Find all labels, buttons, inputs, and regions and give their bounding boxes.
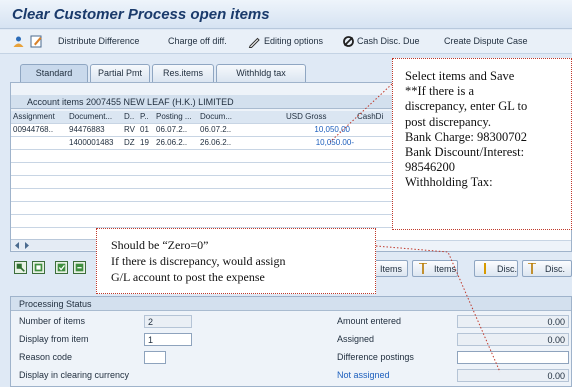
callout-connectors (329, 83, 501, 373)
